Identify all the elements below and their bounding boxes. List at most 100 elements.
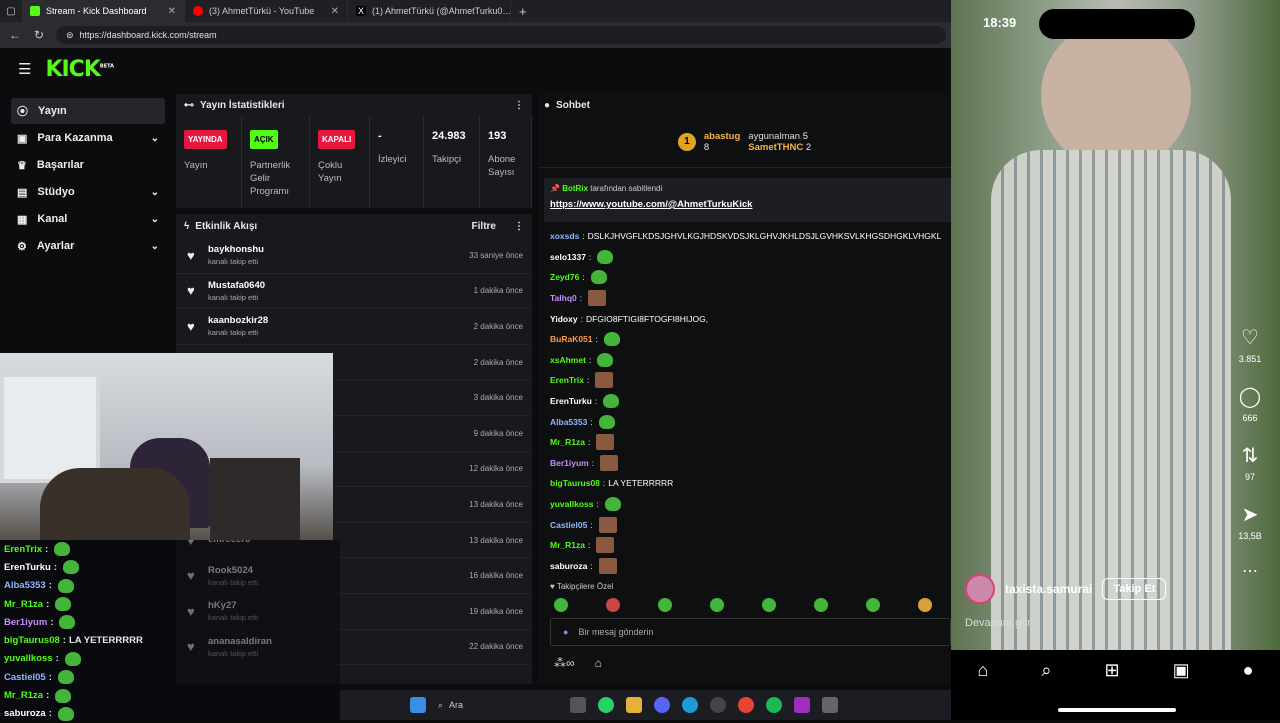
- chat-username[interactable]: saburoza: [550, 561, 587, 571]
- see-more-link[interactable]: Devamını gör: [965, 617, 1031, 629]
- emote-icon[interactable]: [658, 598, 672, 612]
- top-gifters: 1 abastug 8 aygunalman 5 SametTHNC 2: [538, 116, 951, 168]
- activity-user[interactable]: Mustafa0640: [208, 280, 265, 291]
- more-options-icon[interactable]: ⋮: [514, 221, 524, 232]
- chat-username[interactable]: selo1337: [550, 252, 586, 262]
- home-icon[interactable]: ⌂: [978, 660, 989, 720]
- microphone-icon[interactable]: ●: [563, 627, 568, 637]
- emote-icon[interactable]: [606, 598, 620, 612]
- pepe-emote-icon: [54, 542, 71, 557]
- chat-username[interactable]: yuvallkoss: [550, 499, 593, 509]
- chat-message: Mr_R1za:: [550, 535, 950, 556]
- like-button[interactable]: ♡ 3.851: [1239, 325, 1262, 364]
- creator-avatar[interactable]: [965, 574, 995, 604]
- search-icon[interactable]: ⌕: [1041, 660, 1051, 720]
- obs-icon[interactable]: [710, 697, 726, 713]
- comment-button[interactable]: ◯ 666: [1239, 384, 1261, 423]
- money-icon: ▣: [17, 132, 28, 145]
- chevron-down-icon: ⌄: [150, 132, 159, 144]
- pepe-emote-icon: [590, 270, 607, 285]
- edge-icon[interactable]: [682, 697, 698, 713]
- tab-actions-icon[interactable]: ▢: [0, 6, 22, 17]
- chat-username[interactable]: Zeyd76: [550, 272, 579, 282]
- chat-username[interactable]: Mr_R1za: [550, 437, 585, 447]
- stat-multistream: KAPALI Çoklu Yayın: [310, 116, 370, 208]
- streamer-image: [40, 468, 190, 540]
- chat-username[interactable]: Yidoxy: [550, 314, 578, 324]
- chat-panel: ● Sohbet 1 abastug 8 aygunalman 5 SametTHNC…: [538, 94, 951, 684]
- task-view-icon[interactable]: [570, 697, 586, 713]
- chat-message: bigTaurus08: LA YETERRRRR: [550, 478, 674, 489]
- emoji-picker-icon[interactable]: ⁂∞: [554, 656, 575, 670]
- sidebar-item-yayin[interactable]: ⦿ Yayın: [11, 98, 165, 124]
- profile-avatar-icon[interactable]: ●: [1243, 660, 1254, 720]
- more-options-icon[interactable]: ⋮: [514, 100, 524, 111]
- send-button[interactable]: ➤ 13,5B: [1238, 502, 1262, 541]
- windows-start-icon[interactable]: [410, 697, 426, 713]
- discord-icon[interactable]: [654, 697, 670, 713]
- youtube-favicon-icon: [193, 6, 203, 16]
- emote-icon[interactable]: [710, 598, 724, 612]
- sidebar-item-basarilar[interactable]: ♛ Başarılar: [11, 152, 165, 178]
- home-indicator: [1058, 708, 1176, 712]
- url-field[interactable]: ⊜ https://dashboard.kick.com/stream: [56, 26, 946, 44]
- close-tab-icon[interactable]: ✕: [168, 6, 176, 17]
- chrome-icon[interactable]: [738, 697, 754, 713]
- overlay-chat-message: Alba5353 :: [0, 577, 340, 595]
- chat-message: Alba5353:: [550, 411, 950, 432]
- top-gifter-1[interactable]: abastug 8: [704, 131, 740, 153]
- sidebar-item-studyo[interactable]: ▤ Stüdyo ⌄: [11, 179, 165, 205]
- chat-username[interactable]: Mr_R1za: [550, 540, 585, 550]
- tab-youtube[interactable]: (3) AhmetTürkü - YouTube ✕: [185, 0, 348, 22]
- activity-user[interactable]: baykhonshu: [208, 244, 264, 255]
- hamburger-menu-icon[interactable]: ☰: [18, 60, 31, 78]
- reload-icon[interactable]: ↻: [32, 28, 46, 42]
- chat-username[interactable]: xsAhmet: [550, 355, 586, 365]
- creator-name[interactable]: taxista.samurai: [1005, 582, 1092, 596]
- chat-username[interactable]: bigTaurus08: [550, 478, 600, 488]
- filter-button[interactable]: Filtre: [472, 221, 496, 232]
- chat-username[interactable]: ErenTurku: [550, 396, 592, 406]
- folder-icon[interactable]: [626, 697, 642, 713]
- stat-viewers: - İzleyici: [370, 116, 424, 208]
- app-icon[interactable]: [794, 697, 810, 713]
- pepe-emote-icon: [603, 332, 620, 347]
- spotify-icon[interactable]: [766, 697, 782, 713]
- site-info-icon[interactable]: ⊜: [66, 30, 74, 41]
- emote-icon[interactable]: [814, 598, 828, 612]
- chat-username[interactable]: xoxsds: [550, 231, 579, 241]
- overlay-chat-message: ErenTrix :: [0, 540, 340, 558]
- taskbar-search[interactable]: ⌕ Ara: [438, 700, 558, 711]
- store-icon[interactable]: ⌂: [595, 656, 602, 670]
- emote-icon[interactable]: [866, 598, 880, 612]
- app-icon[interactable]: [822, 697, 838, 713]
- pinned-link[interactable]: https://www.youtube.com/@AhmetTurkuKick: [550, 199, 945, 210]
- top-gifter-2[interactable]: aygunalman 5 SametTHNC 2: [748, 131, 811, 153]
- chat-username[interactable]: Ber1iyum: [550, 458, 589, 468]
- follow-button[interactable]: Takip Et: [1102, 578, 1167, 600]
- chat-username[interactable]: Talhq0: [550, 293, 577, 303]
- chat-username[interactable]: Alba5353: [550, 417, 587, 427]
- more-button[interactable]: ⋯: [1242, 561, 1258, 581]
- tab-x[interactable]: X(1) AhmetTürkü (@AhmetTurku0…✕: [348, 0, 511, 22]
- dynamic-island: [1039, 9, 1195, 39]
- sidebar-item-kanal[interactable]: ▦ Kanal ⌄: [11, 206, 165, 232]
- chat-username[interactable]: ErenTrix: [550, 375, 584, 385]
- emote-icon[interactable]: [554, 598, 568, 612]
- new-tab-icon[interactable]: +: [511, 4, 535, 19]
- face-emote-icon: [588, 290, 607, 307]
- kick-logo[interactable]: KICKBETA: [45, 57, 114, 82]
- emote-icon[interactable]: [918, 598, 932, 612]
- whatsapp-icon[interactable]: [598, 697, 614, 713]
- emote-icon[interactable]: [762, 598, 776, 612]
- close-tab-icon[interactable]: ✕: [331, 6, 339, 17]
- chat-message-input[interactable]: ● Bir mesaj gönderin: [550, 618, 951, 646]
- chat-username[interactable]: BuRaK051: [550, 334, 593, 344]
- repost-button[interactable]: ⇅ 97: [1242, 443, 1259, 482]
- activity-user[interactable]: kaanbozkir28: [208, 315, 268, 326]
- chat-username[interactable]: Castiel05: [550, 520, 587, 530]
- sidebar-item-para-kazanma[interactable]: ▣ Para Kazanma ⌄: [11, 125, 165, 151]
- back-icon[interactable]: ←: [8, 28, 22, 42]
- tab-kick-dashboard[interactable]: Stream - Kick Dashboard ✕: [22, 0, 185, 22]
- sidebar-item-ayarlar[interactable]: ⚙ Ayarlar ⌄: [11, 233, 165, 259]
